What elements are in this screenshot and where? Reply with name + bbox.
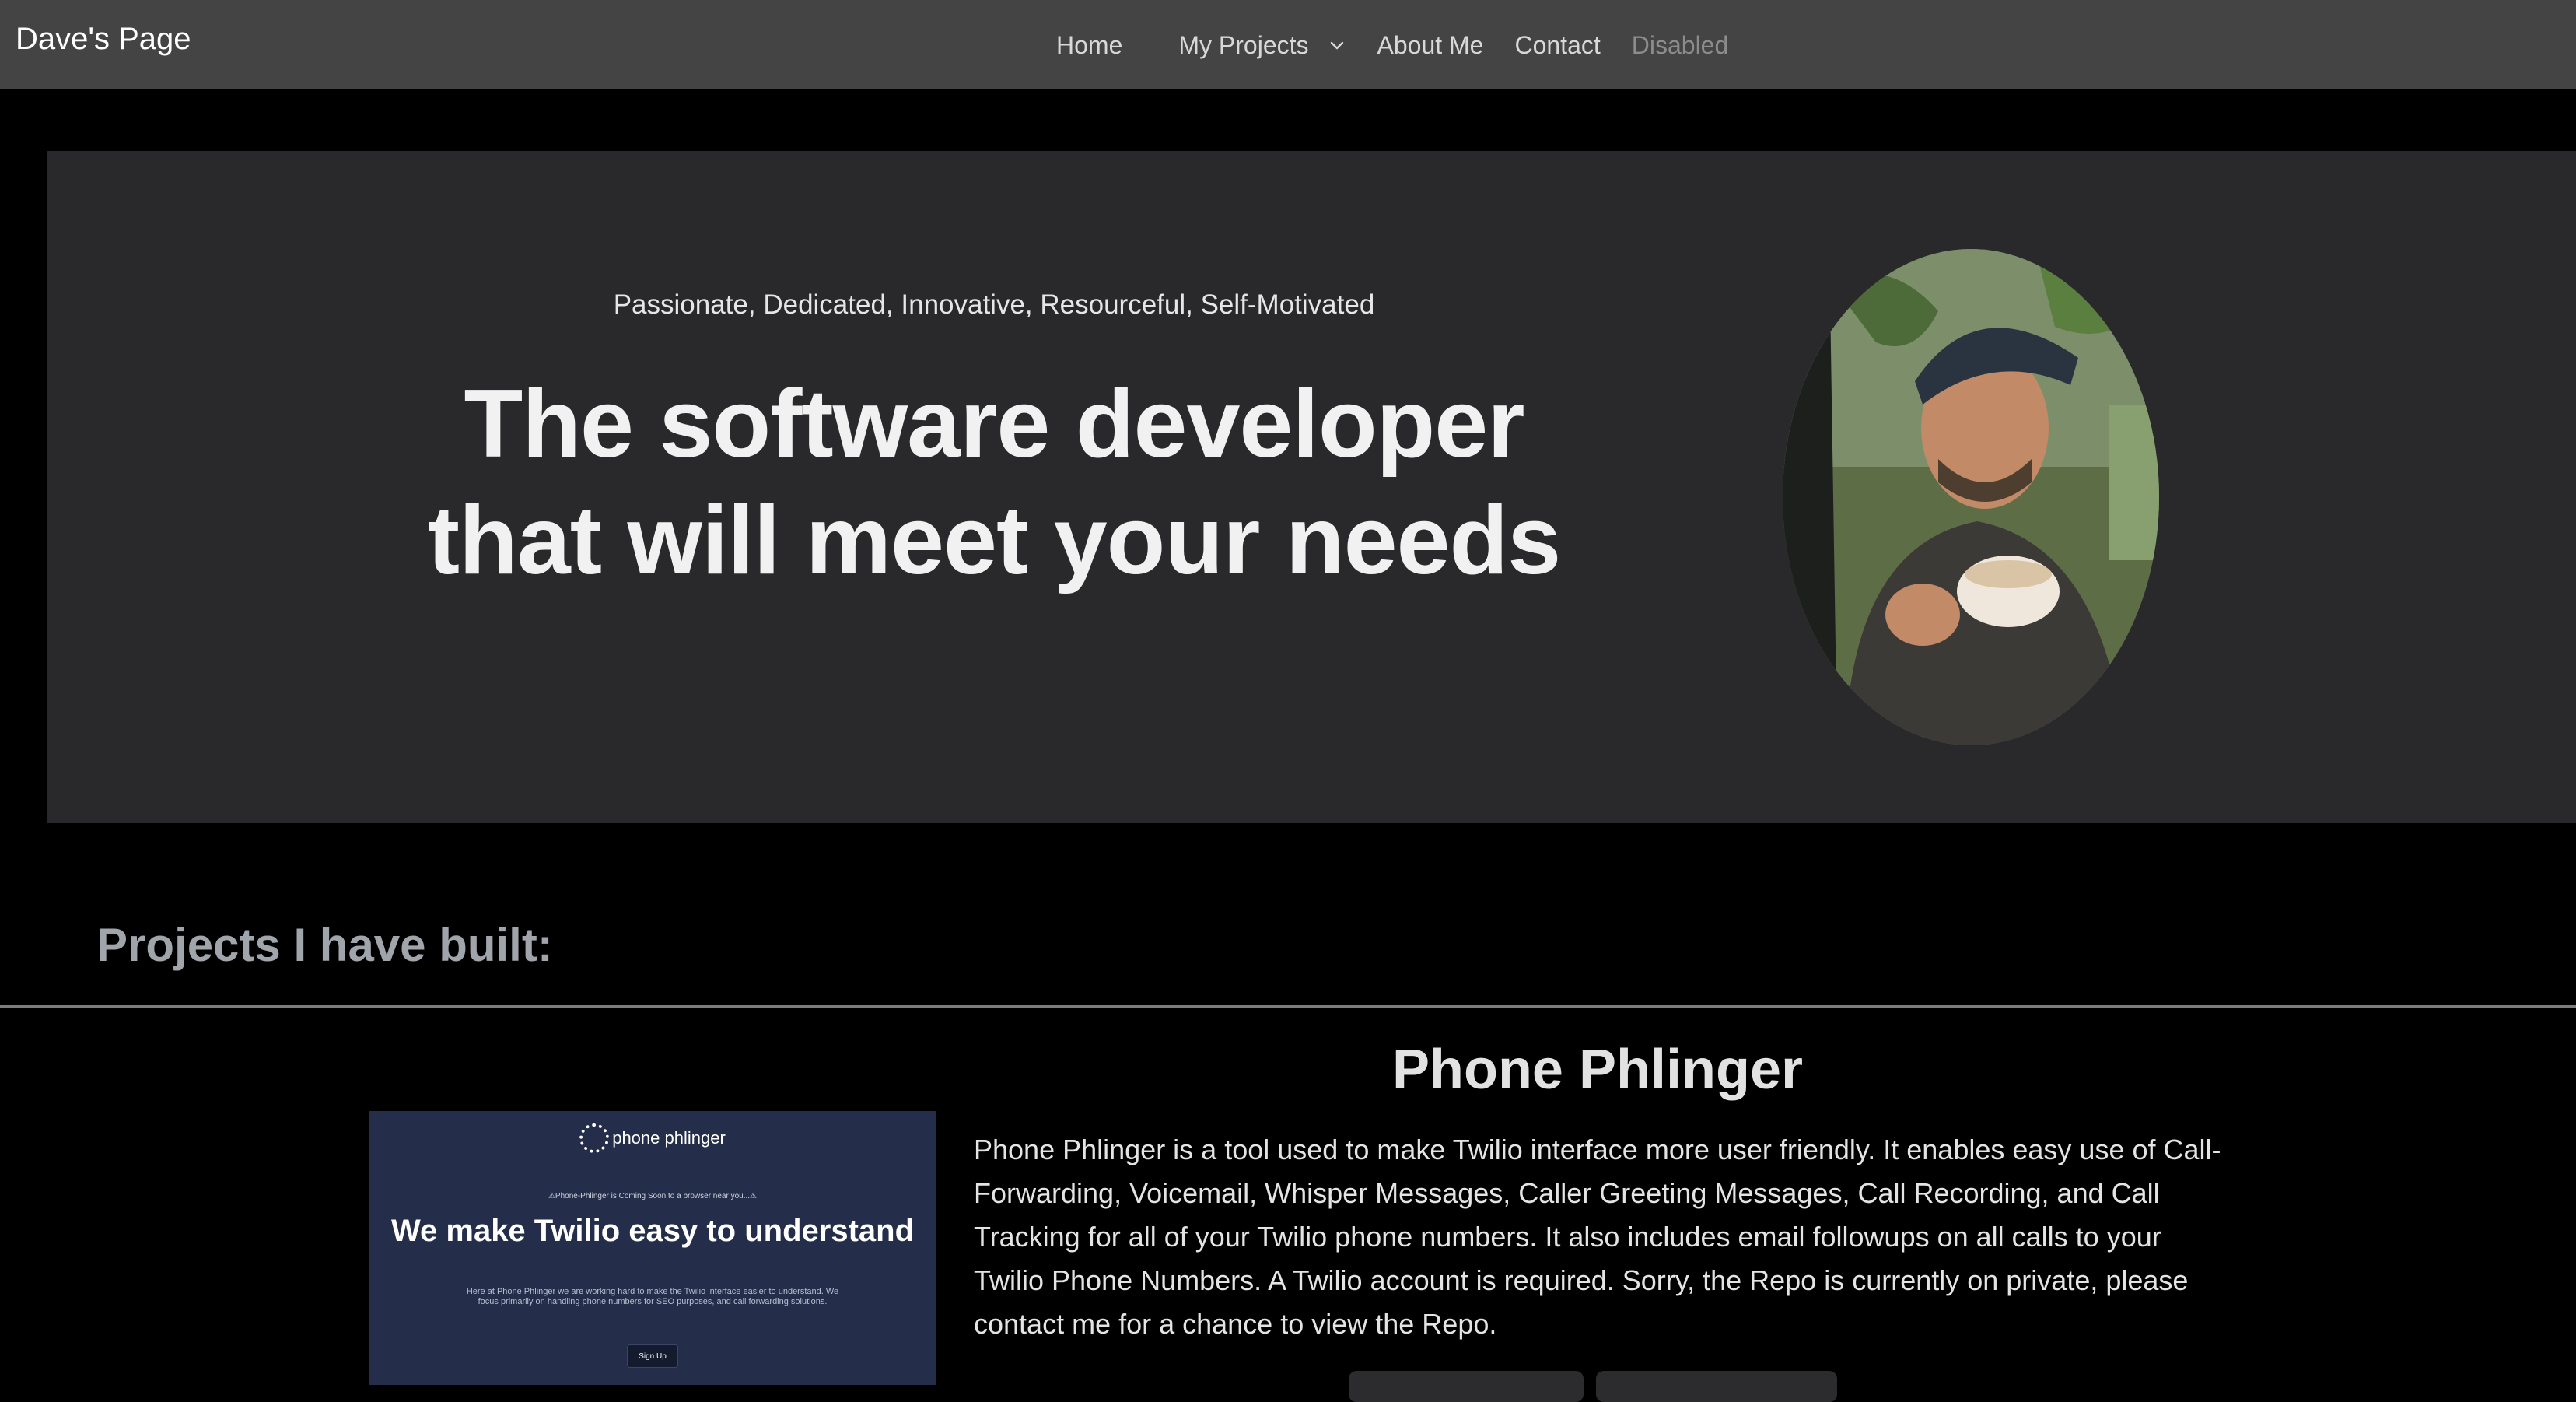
nav-about-link[interactable]: About Me	[1362, 31, 1500, 60]
thumb-body: Here at Phone Phlinger we are working ha…	[466, 1287, 839, 1306]
project-button-secondary[interactable]	[1596, 1371, 1837, 1402]
projects-heading: Projects I have built:	[96, 919, 553, 971]
section-divider	[0, 1005, 2576, 1008]
nav-projects-label: My Projects	[1178, 30, 1309, 59]
top-navbar: Dave's Page Home My Projects About Me Co…	[0, 0, 2576, 89]
hero-section: Passionate, Dedicated, Innovative, Resou…	[47, 151, 2576, 823]
thumb-heading: We make Twilio easy to understand	[390, 1214, 915, 1248]
brand-link[interactable]: Dave's Page	[16, 22, 191, 57]
chevron-down-icon	[1330, 41, 1343, 50]
thumb-signup-button: Sign Up	[627, 1344, 678, 1368]
thumb-logo: phone phlinger	[369, 1123, 936, 1153]
project-button-primary[interactable]	[1349, 1371, 1584, 1402]
nav-disabled-link: Disabled	[1631, 30, 1729, 59]
hero-tagline: Passionate, Dedicated, Innovative, Resou…	[613, 289, 1375, 320]
hero-headline: The software developer that will meet yo…	[427, 370, 1561, 594]
project-title: Phone Phlinger	[1391, 1039, 1804, 1101]
nav-links: Home My Projects About Me Contact Disabl…	[1042, 28, 1744, 62]
project-screenshot: phone phlinger ⚠Phone-Phlinger is Coming…	[369, 1111, 936, 1385]
nav-projects-dropdown[interactable]: My Projects	[1163, 31, 1361, 60]
nav-contact-link[interactable]: Contact	[1499, 31, 1615, 60]
project-description: Phone Phlinger is a tool used to make Tw…	[974, 1134, 2221, 1340]
thumb-logo-text: phone phlinger	[612, 1128, 726, 1148]
thumb-notice: ⚠Phone-Phlinger is Coming Soon to a brow…	[548, 1192, 758, 1200]
phone-ring-icon	[579, 1123, 610, 1153]
profile-photo	[1783, 249, 2159, 745]
nav-home-link[interactable]: Home	[1042, 31, 1163, 60]
